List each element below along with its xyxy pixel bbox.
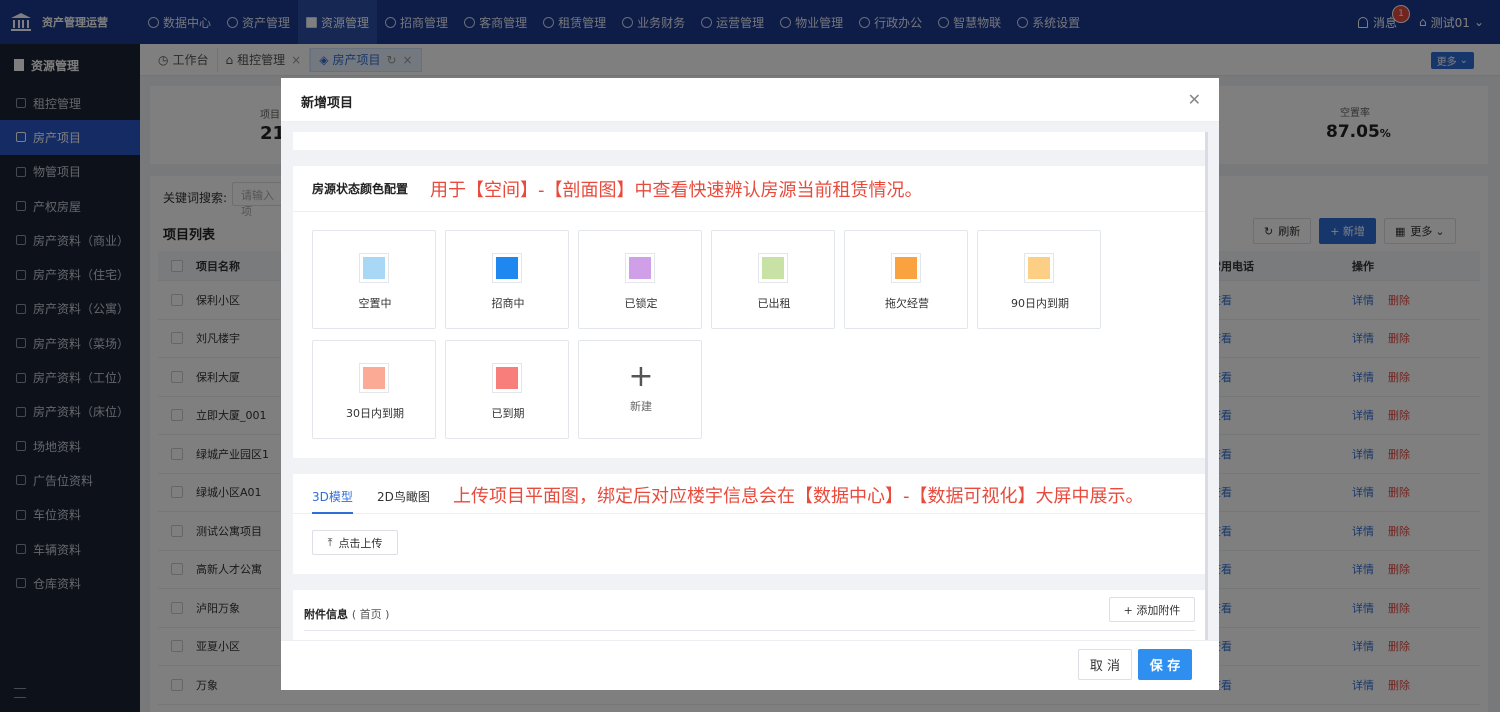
close-icon[interactable]: ✕: [1188, 90, 1201, 109]
modal-body[interactable]: 房源状态颜色配置 用于【空间】-【剖面图】中查看快速辨认房源当前租赁情况。 空置…: [293, 132, 1205, 640]
upload-icon: ⤒: [327, 535, 333, 549]
add-attachment-button[interactable]: + 添加附件: [1109, 597, 1195, 622]
status-color-config-note: 用于【空间】-【剖面图】中查看快速辨认房源当前租赁情况。: [430, 179, 923, 201]
color-chip: [492, 253, 522, 283]
color-chip: [891, 253, 921, 283]
color-chip: [359, 253, 389, 283]
color-fill: [1028, 257, 1050, 279]
attachments-divider: [304, 630, 1195, 631]
swatch-label: 招商中: [491, 297, 525, 310]
modal-title: 新增项目: [301, 96, 354, 111]
new-swatch-label: 新建: [630, 400, 652, 413]
status-color-config-title: 房源状态颜色配置: [312, 182, 409, 196]
swatch-label: 空置中: [358, 297, 392, 310]
tab-3d-model[interactable]: 3D模型: [312, 488, 353, 505]
color-fill: [629, 257, 651, 279]
color-fill: [363, 257, 385, 279]
swatch-expired[interactable]: 已到期: [445, 340, 569, 439]
swatch-label: 已锁定: [624, 297, 658, 310]
color-chip: [758, 253, 788, 283]
modal-footer: 取 消 保 存: [281, 640, 1219, 690]
color-chip: [625, 253, 655, 283]
modal-header: 新增项目 ✕: [281, 78, 1219, 122]
model-upload-card: 3D模型 2D鸟瞰图 上传项目平面图，绑定后对应楼宇信息会在【数据中心】-【数据…: [293, 474, 1205, 574]
swatch-label: 30日内到期: [346, 407, 404, 420]
swatch-locked[interactable]: 已锁定: [578, 230, 702, 329]
swatch-label: 已出租: [757, 297, 791, 310]
color-fill: [895, 257, 917, 279]
color-chip: [359, 363, 389, 393]
color-fill: [363, 367, 385, 389]
attachments-title: 附件信息 ( 首页 ): [304, 608, 390, 621]
swatch-arrears[interactable]: 拖欠经营: [844, 230, 968, 329]
color-chip: [492, 363, 522, 393]
swatch-rented[interactable]: 已出租: [711, 230, 835, 329]
swatch-label: 90日内到期: [1011, 297, 1069, 310]
active-tab-indicator: [312, 512, 353, 514]
model-tabs: 3D模型 2D鸟瞰图 上传项目平面图，绑定后对应楼宇信息会在【数据中心】-【数据…: [293, 474, 1205, 514]
swatch-vacant[interactable]: 空置中: [312, 230, 436, 329]
upload-button[interactable]: ⤒ 点击上传: [312, 530, 398, 555]
swatch-label: 已到期: [491, 407, 525, 420]
color-fill: [496, 257, 518, 279]
modal-scrollbar[interactable]: [1205, 132, 1208, 640]
cancel-button[interactable]: 取 消: [1078, 649, 1132, 680]
attachments-subtitle: ( 首页 ): [351, 608, 390, 621]
status-color-config-card: 房源状态颜色配置 用于【空间】-【剖面图】中查看快速辨认房源当前租赁情况。 空置…: [293, 166, 1205, 458]
swatch-expire-90[interactable]: 90日内到期: [977, 230, 1101, 329]
color-fill: [496, 367, 518, 389]
new-swatch-button[interactable]: + 新建: [578, 340, 702, 439]
save-button[interactable]: 保 存: [1138, 649, 1192, 680]
add-project-modal: 新增项目 ✕ 房源状态颜色配置 用于【空间】-【剖面图】中查看快速辨认房源当前租…: [281, 78, 1219, 690]
swatch-expire-30[interactable]: 30日内到期: [312, 340, 436, 439]
color-chip: [1024, 253, 1054, 283]
tab-2d-aerial[interactable]: 2D鸟瞰图: [377, 488, 430, 505]
color-fill: [762, 257, 784, 279]
swatch-leasing[interactable]: 招商中: [445, 230, 569, 329]
swatch-label: 拖欠经营: [885, 297, 929, 310]
form-card-top: [293, 132, 1205, 150]
plus-icon: +: [628, 359, 654, 394]
status-color-config-header: 房源状态颜色配置 用于【空间】-【剖面图】中查看快速辨认房源当前租赁情况。: [293, 166, 1205, 212]
attachments-card: 附件信息 ( 首页 ) + 添加附件: [293, 590, 1205, 640]
model-upload-note: 上传项目平面图，绑定后对应楼宇信息会在【数据中心】-【数据可视化】大屏中展示。: [453, 486, 1144, 507]
